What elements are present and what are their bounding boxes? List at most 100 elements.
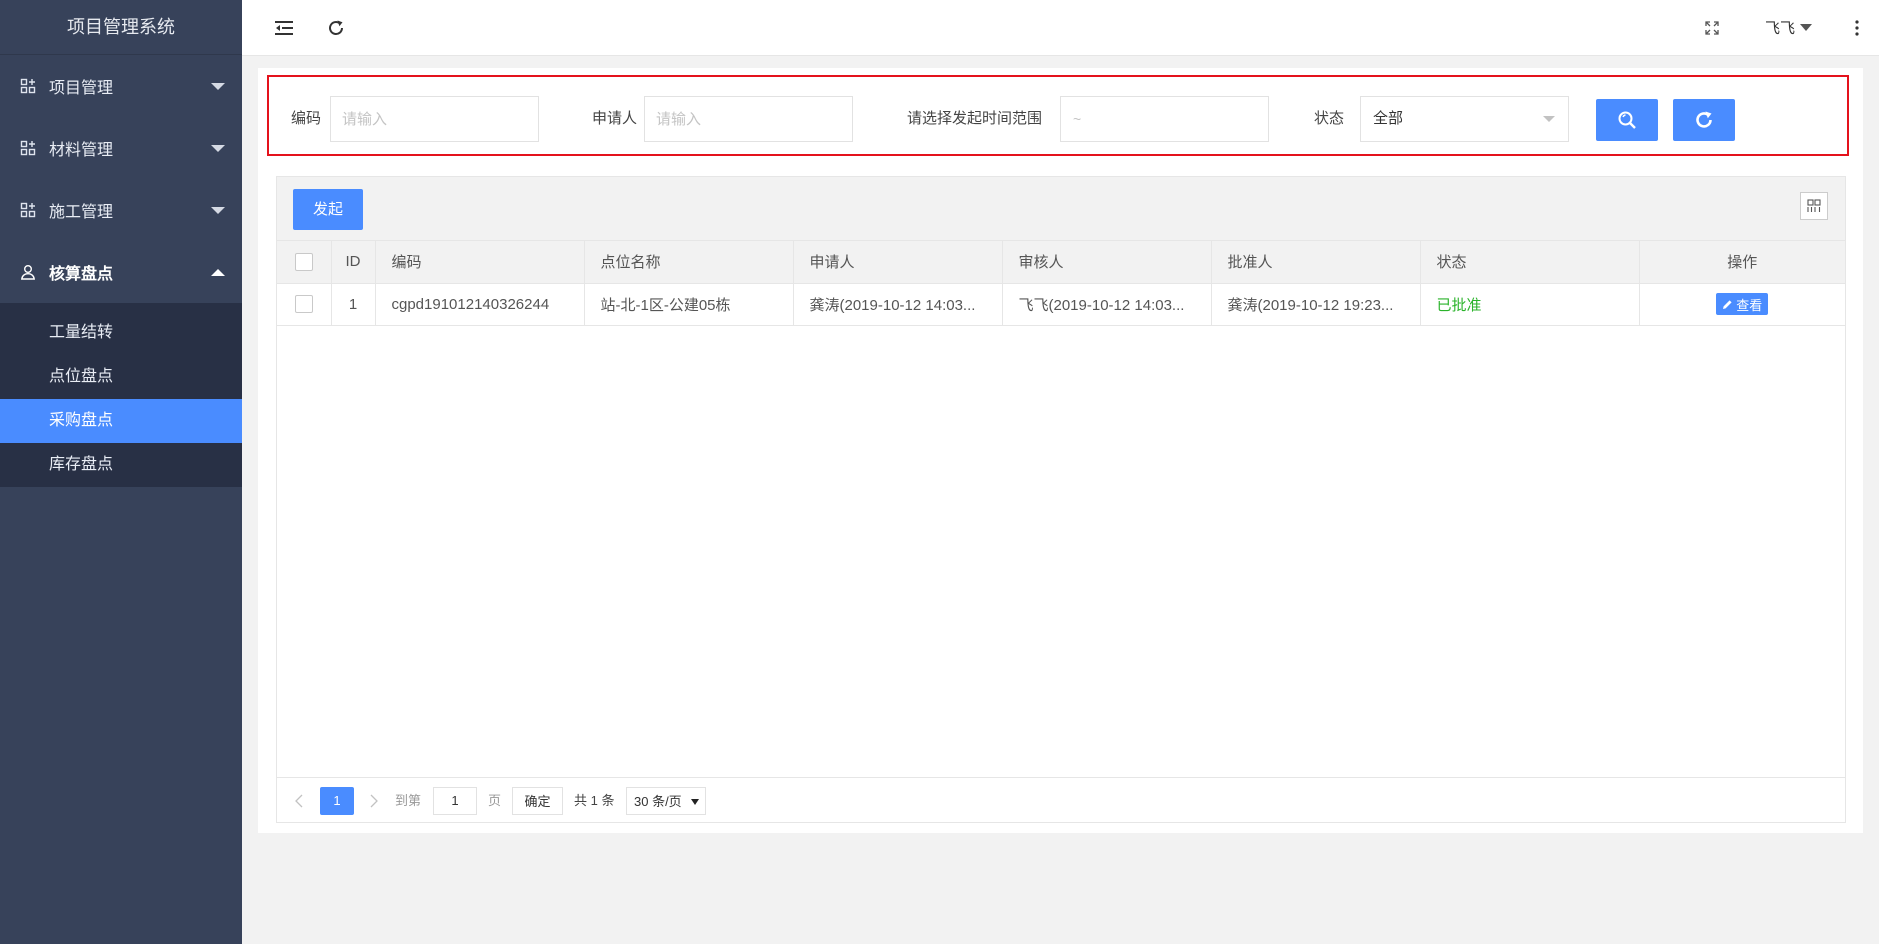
sidebar-item-stock-inventory[interactable]: 库存盘点 [0, 443, 242, 487]
col-header-id[interactable]: ID [331, 241, 376, 284]
user-name: 飞飞 [1765, 20, 1796, 37]
nav-group-project-header[interactable]: 项目管理 [0, 55, 242, 117]
table-toolbar: 发起 [277, 177, 1845, 241]
nav-group-label: 施工管理 [49, 204, 114, 221]
refresh-icon [1696, 111, 1712, 128]
col-header-code[interactable]: 编码 [375, 241, 585, 284]
sidebar-item-location-inventory[interactable]: 点位盘点 [0, 355, 242, 399]
user-icon [20, 264, 36, 280]
fullscreen-icon [1705, 21, 1719, 35]
caret-down-icon [691, 799, 699, 805]
code-input[interactable] [330, 96, 539, 142]
select-arrow-icon [1543, 116, 1555, 122]
col-header-reviewer[interactable]: 审核人 [1002, 241, 1212, 284]
table-row: 1 cgpd191012140326244 站-北-1区-公建05栋 龚涛(20… [277, 283, 1845, 326]
row-applicant: 龚涛(2019-10-12 14:03... [793, 283, 1003, 326]
more-vertical-icon [1855, 20, 1859, 36]
nav-group-material: 材料管理 [0, 117, 242, 179]
nav-group-accounting: 核算盘点 工量结转 点位盘点 采购盘点 库存盘点 [0, 241, 242, 487]
more-button[interactable] [1843, 14, 1871, 42]
nav-group-label: 项目管理 [49, 80, 114, 97]
collapse-menu-button[interactable] [270, 14, 298, 42]
pagination: 1 到第 页 确定 共 1 条 30 条/页 [277, 777, 1845, 822]
grid-plus-icon [20, 202, 36, 218]
filter-panel: 编码 申请人 请选择发起时间范围 ~ 状态 全部 [267, 75, 1849, 156]
applicant-label: 申请人 [592, 110, 638, 127]
status-select-value: 全部 [1373, 110, 1404, 127]
date-range-input[interactable]: ~ [1060, 96, 1269, 142]
select-all-checkbox[interactable] [294, 252, 313, 271]
data-table: ID 编码 点位名称 申请人 审核人 批准人 状态 操作 1 cgpd19101… [277, 241, 1845, 326]
columns-icon [1807, 199, 1821, 212]
nav-group-construction-header[interactable]: 施工管理 [0, 179, 242, 241]
status-select[interactable]: 全部 [1360, 96, 1569, 142]
reset-button[interactable] [1673, 99, 1735, 141]
nav-group-project: 项目管理 [0, 55, 242, 117]
row-location: 站-北-1区-公建05栋 [584, 283, 794, 326]
row-select-cell [277, 283, 332, 326]
row-status: 已批准 [1420, 283, 1640, 326]
column-filter-button[interactable] [1800, 192, 1828, 220]
nav-group-construction: 施工管理 [0, 179, 242, 241]
refresh-page-button[interactable] [322, 14, 350, 42]
prev-page-button[interactable] [291, 787, 307, 815]
view-button-label: 查看 [1736, 297, 1763, 313]
fullscreen-button[interactable] [1698, 14, 1726, 42]
code-label: 编码 [291, 110, 322, 127]
refresh-icon [329, 20, 343, 35]
nav-group-material-header[interactable]: 材料管理 [0, 117, 242, 179]
caret-down-icon [211, 82, 225, 90]
caret-down-icon [211, 144, 225, 152]
col-header-location[interactable]: 点位名称 [584, 241, 794, 284]
sidebar-item-purchase-inventory[interactable]: 采购盘点 [0, 399, 242, 443]
col-header-applicant[interactable]: 申请人 [793, 241, 1003, 284]
chevron-left-icon [295, 794, 303, 808]
row-code: cgpd191012140326244 [375, 283, 585, 326]
goto-suffix: 页 [488, 793, 502, 808]
date-range-label: 请选择发起时间范围 [907, 110, 1043, 127]
row-checkbox[interactable] [294, 295, 313, 314]
row-approver: 龚涛(2019-10-12 19:23... [1211, 283, 1421, 326]
next-page-button[interactable] [366, 787, 382, 815]
total-count: 共 1 条 [574, 793, 615, 808]
nav-group-label: 材料管理 [49, 142, 114, 159]
grid-plus-icon [20, 78, 36, 94]
indent-icon [275, 21, 293, 35]
date-range-placeholder: ~ [1073, 111, 1082, 127]
main-card: 编码 申请人 请选择发起时间范围 ~ 状态 全部 [258, 68, 1863, 833]
goto-confirm-button[interactable]: 确定 [512, 787, 563, 815]
sidebar-item-workload-transfer[interactable]: 工量结转 [0, 311, 242, 355]
status-label: 状态 [1314, 110, 1345, 127]
row-action-cell: 查看 [1639, 283, 1845, 326]
table-header-row: ID 编码 点位名称 申请人 审核人 批准人 状态 操作 [277, 241, 1845, 284]
col-header-status[interactable]: 状态 [1420, 241, 1640, 284]
applicant-input[interactable] [644, 96, 853, 142]
edit-icon [1723, 299, 1732, 309]
sidebar: 项目管理系统 项目管理 材料管理 施工管理 核算盘点 工量结转 点位盘点 采购盘… [0, 0, 242, 944]
sub-menu: 工量结转 点位盘点 采购盘点 库存盘点 [0, 303, 242, 487]
chevron-right-icon [370, 794, 378, 808]
col-header-approver[interactable]: 批准人 [1211, 241, 1421, 284]
grid-plus-icon [20, 140, 36, 156]
page-size-value: 30 条/页 [634, 794, 682, 809]
row-id: 1 [331, 283, 376, 326]
page-size-select[interactable]: 30 条/页 [626, 787, 706, 815]
table-panel: 发起 ID 编码 点位名称 申请人 审核人 批准人 状态 操作 1 cgpd19… [276, 176, 1846, 823]
col-header-action[interactable]: 操作 [1639, 241, 1845, 284]
search-icon [1618, 111, 1636, 129]
topbar: 飞飞 [242, 0, 1879, 56]
select-all-cell [277, 241, 332, 284]
view-button[interactable]: 查看 [1716, 293, 1769, 315]
page-number-current[interactable]: 1 [320, 787, 354, 815]
user-menu[interactable]: 飞飞 [1765, 17, 1813, 38]
nav-group-accounting-header[interactable]: 核算盘点 [0, 241, 242, 303]
search-button[interactable] [1596, 99, 1658, 141]
goto-prefix: 到第 [395, 793, 422, 808]
caret-up-icon [211, 268, 225, 276]
goto-page-input[interactable] [433, 787, 477, 815]
row-reviewer: 飞飞(2019-10-12 14:03... [1002, 283, 1212, 326]
launch-button[interactable]: 发起 [293, 189, 363, 230]
caret-down-icon [211, 206, 225, 214]
caret-down-icon [1800, 24, 1813, 31]
nav-group-label: 核算盘点 [49, 266, 114, 283]
